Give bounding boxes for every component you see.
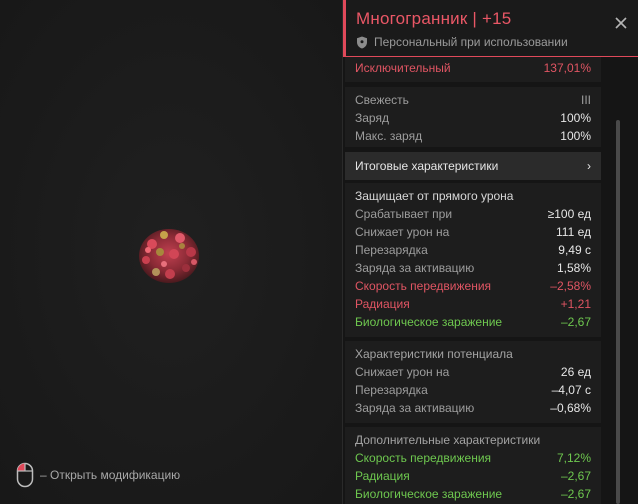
stat-row: Заряда за активацию –0,68%: [355, 399, 591, 417]
stat-value: –4,07 с: [551, 383, 591, 397]
total-stats-button[interactable]: Итоговые характеристики ›: [345, 152, 601, 180]
stat-value: –2,67: [560, 487, 591, 501]
stat-label: Свежесть: [355, 93, 409, 107]
rarity-section: Исключительный 137,01%: [345, 57, 601, 82]
stats-scroll-area[interactable]: Исключительный 137,01% Свежесть III Заря…: [345, 57, 601, 504]
stat-value: –2,58%: [550, 279, 591, 293]
stat-label: Биологическое заражение: [355, 487, 503, 501]
stat-row: Перезарядка 9,49 с: [355, 241, 591, 259]
open-modification-hint[interactable]: – Открыть модификацию: [16, 462, 180, 488]
stat-label: Заряда за активацию: [355, 261, 475, 275]
stat-value: 7,12%: [556, 451, 591, 465]
stat-label: Скорость передвижения: [355, 451, 492, 465]
stat-label: Срабатывает при: [355, 207, 453, 221]
extra-section: Дополнительные характеристики Скорость п…: [345, 427, 601, 504]
polyhedron-artifact-image: [139, 229, 199, 283]
stat-value: 100%: [560, 129, 591, 143]
binding-status: Персональный при использовании: [356, 35, 638, 49]
stat-label: Радиация: [355, 469, 410, 483]
section-heading: Характеристики потенциала: [355, 347, 513, 361]
stat-label: Снижает урон на: [355, 365, 450, 379]
stat-value: 26 ед: [560, 365, 591, 379]
stat-row: Снижает урон на 111 ед: [355, 223, 591, 241]
stat-row: Свежесть III: [355, 91, 591, 109]
stat-row: Скорость передвижения 7,12%: [355, 449, 591, 467]
stat-row: Биологическое заражение –2,67: [355, 313, 591, 331]
stat-row: Радиация +1,21: [355, 295, 591, 313]
stat-label: Радиация: [355, 297, 410, 311]
stat-label: Перезарядка: [355, 383, 428, 397]
stat-value: –2,67: [560, 469, 591, 483]
panel-header: Многогранник | +15 Персональный при испо…: [343, 0, 638, 57]
artifact-viewport[interactable]: – Открыть модификацию: [0, 0, 342, 504]
mouse-right-click-icon: [16, 462, 34, 488]
stat-label: Снижает урон на: [355, 225, 450, 239]
stat-value: 100%: [560, 111, 591, 125]
stat-value: –0,68%: [550, 401, 591, 415]
stat-label: Заряд: [355, 111, 389, 125]
stat-row: Заряда за активацию 1,58%: [355, 259, 591, 277]
stat-row: Перезарядка –4,07 с: [355, 381, 591, 399]
stat-row: Срабатывает при ≥100 ед: [355, 205, 591, 223]
stat-label: Скорость передвижения: [355, 279, 492, 293]
stat-value: 9,49 с: [558, 243, 591, 257]
rarity-value: 137,01%: [543, 61, 591, 75]
section-heading: Защищает от прямого урона: [355, 189, 514, 203]
stat-row: Заряд 100%: [355, 109, 591, 127]
close-icon[interactable]: [614, 16, 628, 30]
stat-row: Снижает урон на 26 ед: [355, 363, 591, 381]
stat-value: ≥100 ед: [547, 207, 591, 221]
total-stats-label: Итоговые характеристики: [355, 159, 499, 173]
stat-row: Радиация –2,67: [355, 467, 591, 485]
stat-value: –2,67: [560, 315, 591, 329]
stat-label: Макс. заряд: [355, 129, 423, 143]
stat-label: Биологическое заражение: [355, 315, 503, 329]
shield-icon: [357, 36, 367, 48]
stat-row: Скорость передвижения –2,58%: [355, 277, 591, 295]
stat-value: 1,58%: [556, 261, 591, 275]
stat-row: Биологическое заражение –2,67: [355, 485, 591, 503]
protection-section: Защищает от прямого урона Срабатывает пр…: [345, 183, 601, 337]
open-modification-label: – Открыть модификацию: [40, 468, 181, 482]
freshness-section: Свежесть III Заряд 100% Макс. заряд 100%: [345, 87, 601, 147]
stat-label: Перезарядка: [355, 243, 428, 257]
stat-value: 111 ед: [556, 225, 591, 239]
stat-label: Заряда за активацию: [355, 401, 475, 415]
scrollbar-thumb[interactable]: [616, 120, 620, 504]
stat-row: Макс. заряд 100%: [355, 127, 591, 145]
binding-status-label: Персональный при использовании: [374, 35, 568, 49]
potential-section: Характеристики потенциала Снижает урон н…: [345, 341, 601, 423]
stat-value: III: [580, 93, 591, 107]
stat-value: +1,21: [560, 297, 591, 311]
item-title: Многогранник | +15: [356, 9, 512, 28]
section-heading: Дополнительные характеристики: [355, 433, 541, 447]
item-details-panel: Многогранник | +15 Персональный при испо…: [342, 0, 638, 504]
chevron-right-icon: ›: [587, 159, 591, 173]
rarity-label: Исключительный: [355, 61, 451, 75]
